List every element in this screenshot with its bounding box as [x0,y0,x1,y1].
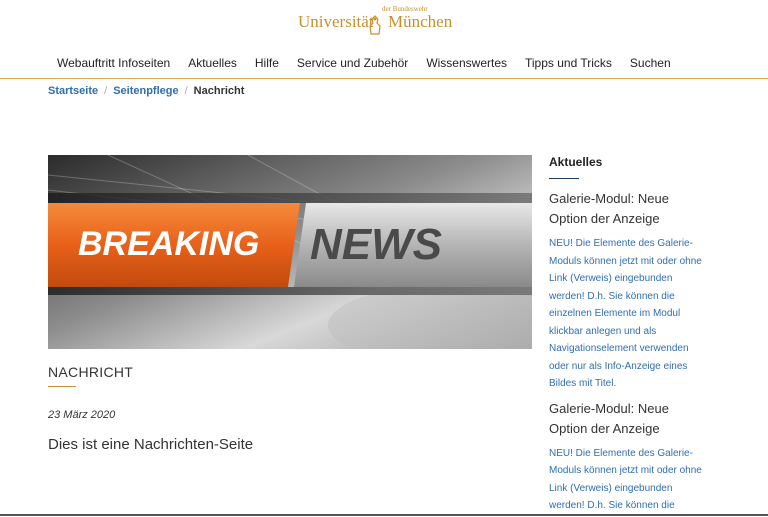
hero-word-breaking: BREAKING [78,225,259,263]
breadcrumb-separator: / [104,85,108,97]
article-lead: Dies ist eine Nachrichten-Seite [48,436,254,453]
logo-text-right: München [388,12,453,31]
nav-item-webauftritt[interactable]: Webauftritt Infoseiten [48,56,179,70]
breadcrumb-separator: / [184,85,188,97]
munich-kindl-icon [369,15,381,35]
sidebar-heading-underline [549,178,579,179]
news-item-teaser[interactable]: NEU! Die Elemente des Galerie-Moduls kön… [549,235,709,393]
logo-text-left: Universität [298,12,374,31]
kicker-underline [48,386,76,387]
news-item-teaser[interactable]: NEU! Die Elemente des Galerie-Moduls kön… [549,445,709,515]
breadcrumb-current: Nachricht [193,85,245,97]
breadcrumb: Startseite / Seitenpflege / Nachricht [48,85,244,97]
sidebar-heading: Aktuelles [549,155,603,169]
article-kicker: NACHRICHT [48,364,134,380]
hero-word-news: NEWS [310,220,442,269]
main-navigation: Webauftritt Infoseiten Aktuelles Hilfe S… [48,56,680,70]
news-item-title[interactable]: Galerie-Modul: Neue Option der Anzeige [549,399,709,439]
article-date: 23 März 2020 [48,409,116,421]
nav-item-suchen[interactable]: Suchen [621,56,680,70]
nav-item-aktuelles[interactable]: Aktuelles [179,56,246,70]
nav-item-tipps[interactable]: Tipps und Tricks [516,56,621,70]
university-logo[interactable]: der Bundeswehr Universität München [0,5,768,36]
breadcrumb-seitenpflege[interactable]: Seitenpflege [113,85,178,97]
nav-divider [0,78,768,79]
news-item-title[interactable]: Galerie-Modul: Neue Option der Anzeige [549,189,709,229]
nav-item-wissenswertes[interactable]: Wissenswertes [417,56,516,70]
breadcrumb-startseite[interactable]: Startseite [48,85,98,97]
breaking-news-image: BREAKING NEWS [48,155,532,349]
sidebar-news: Aktuelles Galerie-Modul: Neue Option der… [549,155,709,517]
nav-item-service[interactable]: Service und Zubehör [288,56,417,70]
nav-item-hilfe[interactable]: Hilfe [246,56,288,70]
